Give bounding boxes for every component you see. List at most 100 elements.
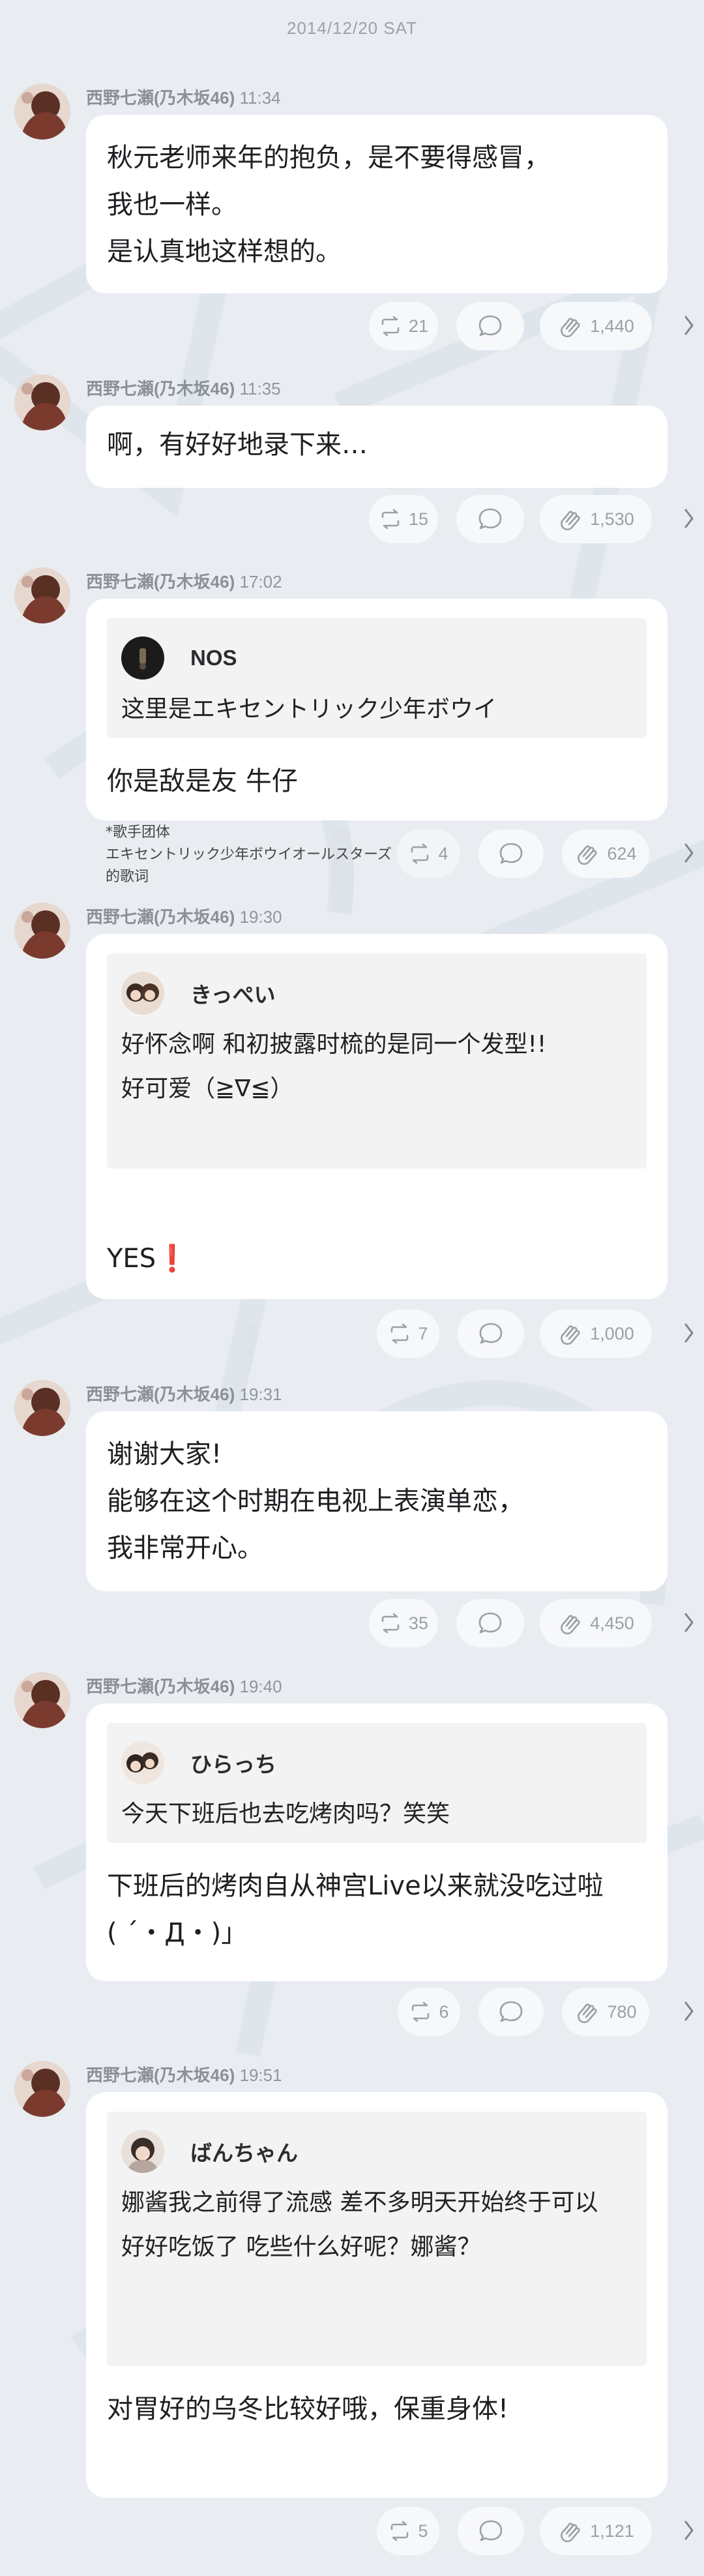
chevron-right-icon[interactable] xyxy=(683,1999,695,2024)
comment-button[interactable] xyxy=(456,302,524,350)
comment-icon xyxy=(479,2520,503,2541)
like-count: 780 xyxy=(607,2001,637,2022)
post-meta: 西野七瀬(乃木坂46) 11:34 xyxy=(86,85,281,109)
post-time: 11:34 xyxy=(239,88,281,108)
avatar[interactable] xyxy=(14,903,70,959)
post-meta: 西野七瀬(乃木坂46) 11:35 xyxy=(86,376,281,400)
message-text-main: YES xyxy=(107,1244,156,1274)
message-text: 对胃好的乌冬比较好哦，保重身体! xyxy=(107,2394,509,2424)
exclamation-emoji: ❗ xyxy=(156,1244,188,1274)
author-name[interactable]: 西野七瀬(乃木坂46) xyxy=(86,379,235,398)
comment-button[interactable] xyxy=(456,495,524,543)
action-bar: 6 780 xyxy=(0,1988,704,2036)
message-bubble: ばんちゃん 娜酱我之前得了流感 差不多明天开始终于可以 好好吃饭了 吃些什么好呢… xyxy=(86,2092,667,2498)
quote-author: きっぺい xyxy=(190,983,276,1007)
message-bubble: きっぺい 好怀念啊 和初披露时梳的是同一个发型!! 好可爱（≧∇≦） YES❗ xyxy=(86,934,667,1299)
chevron-right-icon[interactable] xyxy=(683,506,695,531)
quoted-message[interactable]: きっぺい 好怀念啊 和初披露时梳的是同一个发型!! 好可爱（≧∇≦） xyxy=(107,953,647,1169)
author-name[interactable]: 西野七瀬(乃木坂46) xyxy=(86,1385,235,1404)
quote-author: NOS xyxy=(190,646,237,670)
chevron-right-icon[interactable] xyxy=(683,1321,695,1345)
comment-button[interactable] xyxy=(458,1310,524,1358)
comment-button[interactable] xyxy=(458,2507,524,2555)
avatar[interactable] xyxy=(14,2061,70,2117)
repost-button[interactable]: 6 xyxy=(398,1988,460,2036)
chevron-right-icon[interactable] xyxy=(683,313,695,338)
action-bar: 4 624 xyxy=(0,830,704,878)
repost-icon xyxy=(411,843,429,864)
message-bubble: NOS 这里是エキセントリック少年ボウイ 你是敌是友 牛仔 xyxy=(86,599,667,820)
author-name[interactable]: 西野七瀬(乃木坂46) xyxy=(86,907,235,927)
quote-avatar xyxy=(121,972,164,1015)
repost-button[interactable]: 7 xyxy=(377,1310,439,1358)
author-name[interactable]: 西野七瀬(乃木坂46) xyxy=(86,572,235,592)
quote-text: 娜酱我之前得了流感 差不多明天开始终于可以 好好吃饭了 吃些什么好呢？娜酱？ xyxy=(121,2189,598,2260)
like-count: 4,450 xyxy=(590,1613,634,1633)
message-bubble: 秋元老师来年的抱负，是不要得感冒， 我也一样。 是认真地这样想的。 xyxy=(86,115,667,293)
clap-icon xyxy=(578,845,598,865)
quote-text: 这里是エキセントリック少年ボウイ xyxy=(121,696,497,723)
repost-count: 6 xyxy=(439,2001,449,2022)
like-button[interactable]: 1,440 xyxy=(540,302,652,350)
like-button[interactable]: 1,000 xyxy=(540,1310,652,1358)
like-button[interactable]: 624 xyxy=(562,830,649,878)
repost-icon xyxy=(381,1613,400,1634)
author-name[interactable]: 西野七瀬(乃木坂46) xyxy=(86,1677,235,1696)
like-button[interactable]: 1,530 xyxy=(540,495,652,543)
chevron-right-icon[interactable] xyxy=(683,841,695,865)
repost-icon xyxy=(381,316,400,337)
message-bubble: 啊，有好好地录下来… xyxy=(86,406,667,488)
avatar[interactable] xyxy=(14,1672,70,1728)
repost-button[interactable]: 4 xyxy=(396,830,460,878)
comment-button[interactable] xyxy=(456,1599,524,1647)
repost-icon xyxy=(391,1323,409,1344)
post-time: 17:02 xyxy=(239,572,282,592)
message-bubble: ひらっち 今天下班后也去吃烤肉吗？笑笑 下班后的烤肉自从神宫Live以来就没吃过… xyxy=(86,1703,667,1981)
repost-count: 7 xyxy=(418,1323,428,1343)
like-button[interactable]: 4,450 xyxy=(540,1599,652,1647)
message-text: 啊，有好好地录下来… xyxy=(107,430,368,460)
repost-count: 5 xyxy=(418,2521,428,2541)
avatar[interactable] xyxy=(14,567,70,623)
quote-avatar xyxy=(121,637,164,680)
repost-button[interactable]: 35 xyxy=(369,1599,438,1647)
repost-button[interactable]: 15 xyxy=(369,495,438,543)
comment-icon xyxy=(478,508,502,530)
repost-count: 21 xyxy=(408,316,429,336)
like-count: 1,530 xyxy=(590,509,634,529)
message-text: 谢谢大家! 能够在这个时期在电视上表演单恋， 我非常开心。 xyxy=(107,1439,524,1563)
repost-button[interactable]: 21 xyxy=(369,302,438,350)
comment-button[interactable] xyxy=(478,830,544,878)
like-button[interactable]: 780 xyxy=(562,1988,649,2036)
post-meta: 西野七瀬(乃木坂46) 17:02 xyxy=(86,569,282,593)
post-meta: 西野七瀬(乃木坂46) 19:40 xyxy=(86,1673,282,1698)
action-bar: 21 1,440 xyxy=(0,302,704,350)
repost-button[interactable]: 5 xyxy=(377,2507,439,2555)
comment-icon xyxy=(479,1323,503,1344)
repost-icon xyxy=(412,2001,430,2022)
message-bubble: 谢谢大家! 能够在这个时期在电视上表演单恋， 我非常开心。 xyxy=(86,1411,667,1591)
author-name[interactable]: 西野七瀬(乃木坂46) xyxy=(86,88,235,108)
like-count: 1,121 xyxy=(590,2521,634,2541)
action-bar: 5 1,121 xyxy=(0,2507,704,2555)
comment-button[interactable] xyxy=(478,1988,544,2036)
date-header: 2014/12/20 SAT xyxy=(287,18,417,38)
quote-author: ひらっち xyxy=(190,1752,276,1776)
like-count: 1,440 xyxy=(590,316,634,336)
quoted-message[interactable]: ひらっち 今天下班后也去吃烤肉吗？笑笑 xyxy=(107,1723,647,1843)
clap-icon xyxy=(561,318,580,338)
repost-count: 15 xyxy=(408,509,429,529)
chevron-right-icon[interactable] xyxy=(683,2518,695,2543)
quote-text: 好怀念啊 和初披露时梳的是同一个发型!! 好可爱（≧∇≦） xyxy=(121,1031,547,1102)
quoted-message[interactable]: ばんちゃん 娜酱我之前得了流感 差不多明天开始终于可以 好好吃饭了 吃些什么好呢… xyxy=(107,2112,647,2366)
message-text: 下班后的烤肉自从神宫Live以来就没吃过啦 ( ´・Д・)」 xyxy=(107,1871,604,1948)
quoted-message[interactable]: NOS 这里是エキセントリック少年ボウイ xyxy=(107,618,647,738)
author-name[interactable]: 西野七瀬(乃木坂46) xyxy=(86,2065,235,2085)
avatar[interactable] xyxy=(14,374,70,430)
chevron-right-icon[interactable] xyxy=(683,1610,695,1635)
avatar[interactable] xyxy=(14,1380,70,1436)
like-button[interactable]: 1,121 xyxy=(540,2507,652,2555)
avatar[interactable] xyxy=(14,83,70,140)
post-meta: 西野七瀬(乃木坂46) 19:30 xyxy=(86,904,282,928)
clap-icon xyxy=(561,511,580,531)
